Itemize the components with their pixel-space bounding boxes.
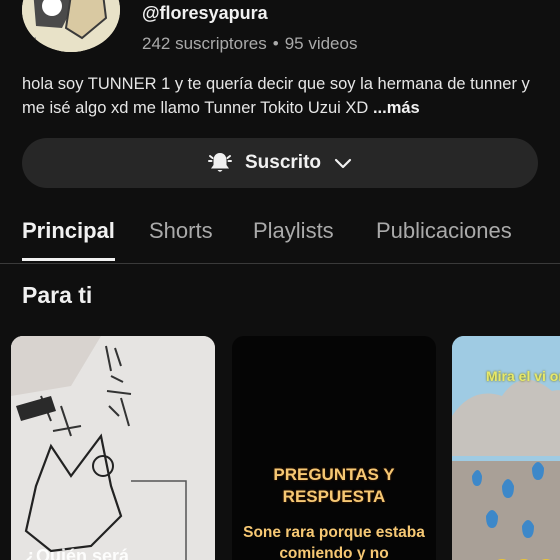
subscriber-count: 242 suscriptores — [142, 34, 267, 53]
tab-principal[interactable]: Principal — [22, 218, 115, 261]
bell-icon — [207, 150, 233, 176]
chevron-down-icon — [333, 153, 353, 173]
description-text: hola soy TUNNER 1 y te quería decir que … — [22, 75, 530, 117]
svg-text:r 1: r 1 — [26, 37, 38, 47]
tab-publicaciones[interactable]: Publicaciones — [376, 218, 512, 258]
section-title: Para ti — [22, 282, 93, 308]
more-link[interactable]: ...más — [373, 99, 420, 117]
subscribed-button[interactable]: Suscrito — [22, 138, 538, 188]
card-sub-text: Sone rara porque estaba comiendo y no — [243, 524, 425, 560]
video-card[interactable]: Mira el vi orgina — [452, 336, 560, 560]
stats-separator: • — [272, 34, 279, 53]
card-title-text: PREGUNTAS Y RESPUESTA — [273, 465, 395, 506]
video-thumbnail — [11, 336, 215, 560]
card-overlay-text: ¿Quién será — [25, 546, 130, 560]
tab-playlists[interactable]: Playlists — [253, 218, 334, 258]
channel-description[interactable]: hola soy TUNNER 1 y te quería decir que … — [22, 72, 542, 120]
video-count: 95 videos — [284, 34, 358, 53]
channel-avatar[interactable]: r 1 — [22, 0, 120, 52]
video-card[interactable]: PREGUNTAS Y RESPUESTA Sone rara porque e… — [232, 336, 436, 560]
channel-handle: @floresyapura — [142, 3, 268, 23]
channel-stats: 242 suscriptores • 95 videos — [142, 34, 357, 54]
card-overlay-text: Mira el vi orgina — [486, 368, 560, 384]
channel-tabs: Principal Shorts Playlists Publicaciones — [0, 208, 560, 264]
video-card[interactable]: ¿Quién será — [11, 336, 215, 560]
subscribed-label: Suscrito — [244, 152, 322, 173]
tab-shorts[interactable]: Shorts — [149, 218, 213, 258]
